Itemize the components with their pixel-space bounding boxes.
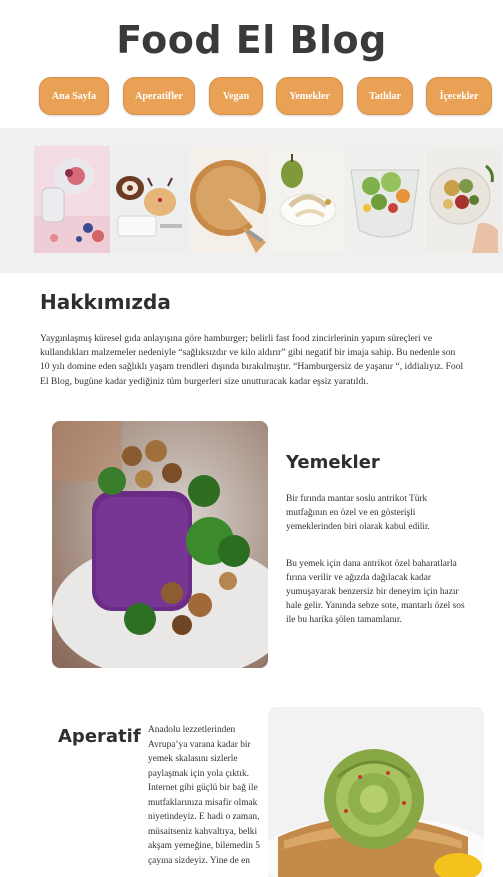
gallery-photo-pear-dessert[interactable] [268, 146, 344, 253]
nav-drinks-button[interactable]: İçecekler [426, 77, 492, 115]
featured-paragraph-1: Bir fırında mantar soslu antrikot Türk m… [286, 494, 430, 532]
appetizer-heading: Aperatif [58, 726, 141, 747]
nav-vegan-button[interactable]: Vegan [209, 77, 263, 115]
nav-appetizers-button[interactable]: Aperatifler [123, 77, 195, 115]
featured-heading: Yemekler [286, 452, 380, 473]
about-heading: Hakkımızda [40, 290, 171, 314]
appetizer-text: Anadolu lezzetlerinden Avrupa’ya varana … [148, 725, 260, 866]
nav-meals-button[interactable]: Yemekler [276, 77, 343, 115]
gallery-photo-fruit-jar[interactable] [34, 146, 110, 253]
gallery-photo-cake-roll[interactable] [112, 146, 188, 253]
nav-home-button[interactable]: Ana Sayfa [39, 77, 109, 115]
photo-gallery [0, 128, 503, 273]
gallery-photo-pie[interactable] [190, 146, 266, 253]
featured-paragraph-2: Bu yemek için dana antrikot özel baharat… [286, 559, 465, 625]
gallery-photo-salad-glass[interactable] [347, 146, 423, 253]
main-nav: Ana Sayfa Aperatifler Vegan Yemekler Tat… [0, 77, 503, 117]
appetizer-image [268, 707, 484, 877]
nav-desserts-button[interactable]: Tatlılar [357, 77, 413, 115]
about-text: Yaygınlaşmış küresel gıda anlayışına gör… [40, 333, 464, 387]
featured-dish-image [52, 421, 268, 668]
site-title: Food El Blog [116, 18, 387, 62]
gallery-photo-bowl-hand[interactable] [426, 146, 502, 253]
